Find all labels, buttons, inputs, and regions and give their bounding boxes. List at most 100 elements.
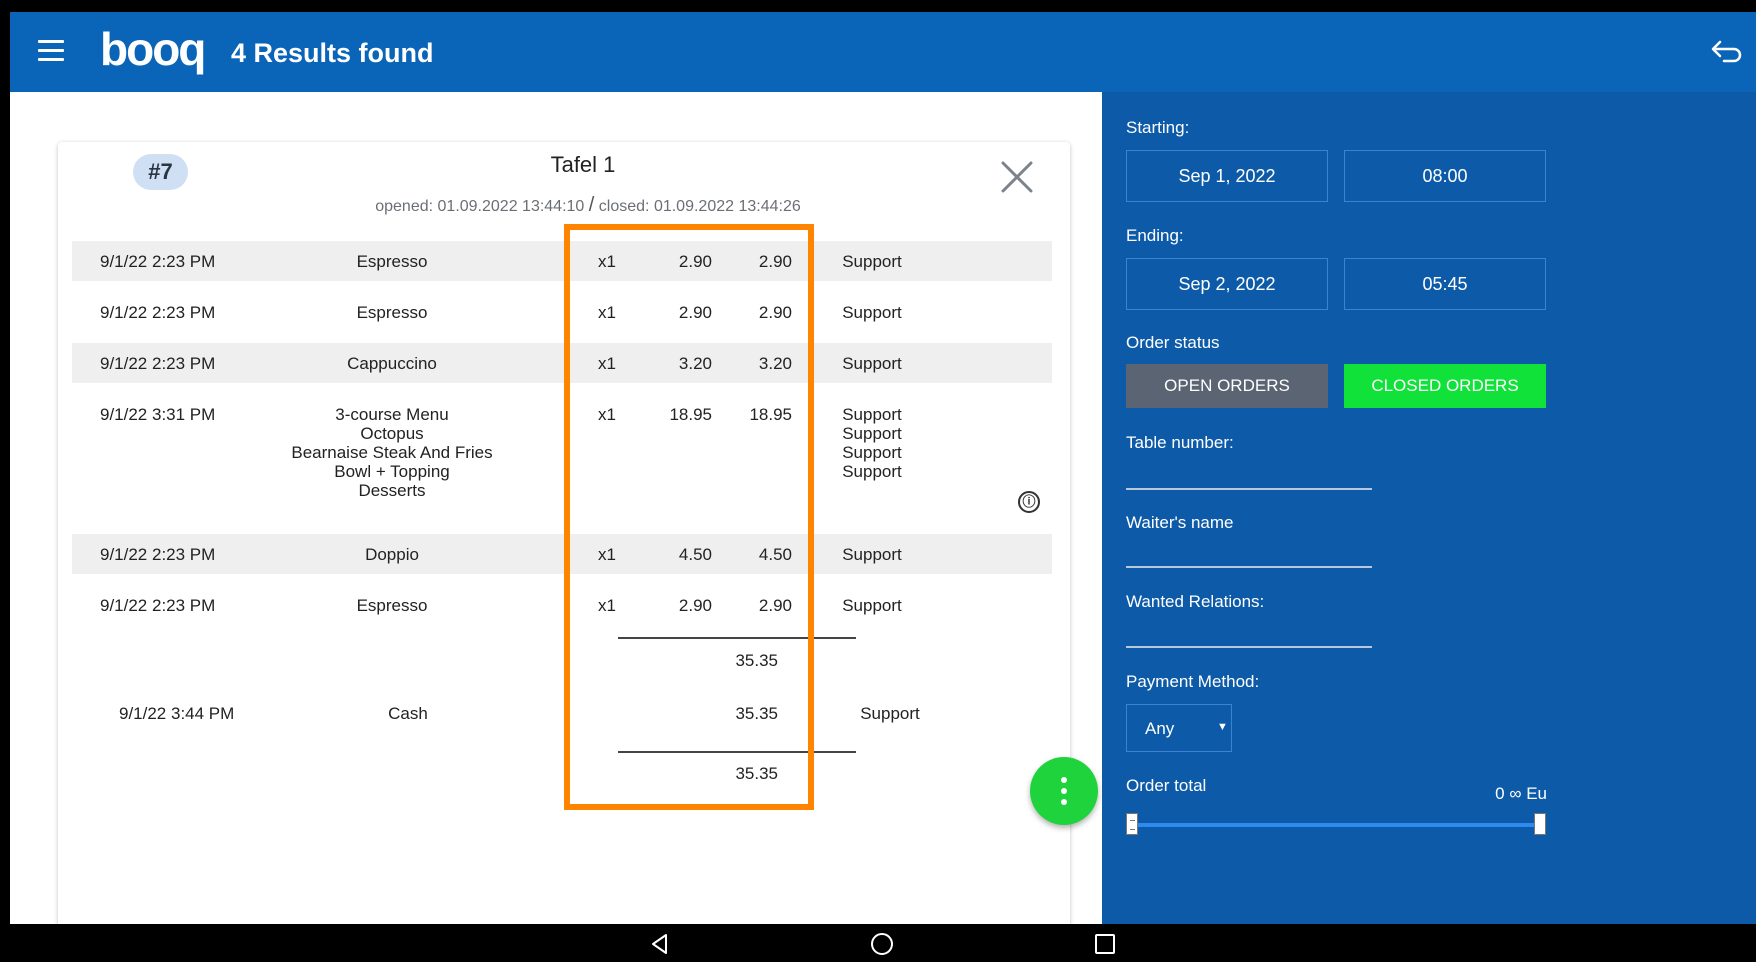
slider-min-handle[interactable] (1126, 813, 1138, 835)
separator: / (588, 194, 595, 216)
order-number-badge: #7 (133, 154, 188, 190)
info-icon[interactable]: ⓘ (1018, 491, 1040, 513)
line-item: Cappuccino (347, 354, 437, 373)
order-total-slider-track[interactable] (1134, 823, 1538, 827)
line-total: 18.95 (749, 405, 792, 424)
order-line-row-menu[interactable]: 9/1/22 3:31 PM 3-course Menu Octopus Bea… (72, 394, 1052, 529)
line-item: Doppio (365, 545, 419, 564)
waiter-name: Support (842, 405, 902, 424)
app-screen: booq 4 Results found #7 Tafel 1 opened: … (10, 12, 1756, 924)
start-date-field[interactable]: Sep 1, 2022 (1126, 150, 1328, 202)
waiter-name: Support (842, 424, 902, 443)
line-time: 9/1/22 2:23 PM (100, 354, 216, 373)
slider-max-handle[interactable] (1534, 813, 1546, 835)
line-waiter: Support (842, 596, 902, 615)
line-total: 2.90 (758, 596, 792, 615)
nav-home-icon[interactable] (870, 932, 894, 956)
line-time: 9/1/22 2:23 PM (100, 252, 216, 271)
payment-method-value: Any (1145, 719, 1175, 738)
payment-amount: 35.35 (735, 704, 778, 723)
order-total-label: Order total (1126, 776, 1207, 795)
menu-item: Bowl + Topping (334, 462, 450, 481)
line-waiter: Support (842, 354, 902, 373)
filter-panel: Starting: Sep 1, 2022 08:00 Ending: Sep … (1102, 92, 1756, 924)
starting-label: Starting: (1126, 118, 1190, 137)
ending-label: Ending: (1126, 226, 1184, 245)
line-item-menu: 3-course Menu Octopus Bearnaise Steak An… (282, 405, 502, 500)
line-qty: x1 (598, 252, 616, 271)
line-price: 2.90 (678, 303, 712, 322)
waiter-name-underline (1126, 566, 1372, 568)
payment-time: 9/1/22 3:44 PM (119, 704, 235, 723)
app-bar: booq 4 Results found (10, 12, 1756, 92)
menu-item: 3-course Menu (335, 405, 449, 424)
line-qty: x1 (598, 354, 616, 373)
end-time-field[interactable]: 05:45 (1344, 258, 1546, 310)
payment-waiter: Support (860, 704, 920, 723)
waiter-name: Support (842, 443, 902, 462)
line-item: Espresso (356, 303, 428, 322)
line-price: 2.90 (678, 596, 712, 615)
line-item: Espresso (356, 596, 428, 615)
line-waiter: Support (842, 252, 902, 271)
waiter-name-label: Waiter's name (1126, 513, 1234, 532)
start-time-field[interactable]: 08:00 (1344, 150, 1546, 202)
line-price: 3.20 (678, 354, 712, 373)
subtotal-value: 35.35 (735, 651, 778, 670)
line-qty: x1 (598, 545, 616, 564)
line-time: 9/1/22 2:23 PM (100, 545, 216, 564)
table-number-input[interactable] (1126, 452, 1372, 486)
waiter-name-input[interactable] (1126, 532, 1372, 566)
wanted-relations-input[interactable] (1126, 612, 1372, 646)
android-nav-bar (0, 924, 1756, 962)
line-time: 9/1/22 2:23 PM (100, 303, 216, 322)
grand-total-divider (618, 751, 856, 753)
line-time: 9/1/22 3:31 PM (100, 405, 216, 424)
line-total: 2.90 (758, 252, 792, 271)
line-price: 2.90 (678, 252, 712, 271)
table-number-underline (1126, 488, 1372, 490)
subtotal-divider (618, 637, 856, 639)
line-time: 9/1/22 2:23 PM (100, 596, 216, 615)
table-number-label: Table number: (1126, 433, 1234, 452)
line-waiter: Support (842, 303, 902, 322)
open-orders-button[interactable]: OPEN ORDERS (1126, 364, 1328, 408)
line-qty: x1 (598, 303, 616, 322)
order-status-label: Order status (1126, 333, 1220, 352)
order-line-row[interactable]: 9/1/22 2:23 PM Espresso x1 2.90 2.90 Sup… (72, 241, 1052, 281)
menu-item: Desserts (358, 481, 426, 500)
closed-time: closed: 01.09.2022 13:44:26 (598, 198, 801, 215)
back-arrow-icon[interactable] (1710, 36, 1744, 66)
wanted-relations-underline (1126, 646, 1372, 648)
opened-time: opened: 01.09.2022 13:44:10 (375, 198, 585, 215)
order-line-row[interactable]: 9/1/22 2:23 PM Espresso x1 2.90 2.90 Sup… (72, 585, 1052, 625)
end-date-field[interactable]: Sep 2, 2022 (1126, 258, 1328, 310)
dot-icon (1061, 788, 1067, 794)
table-name: Tafel 1 (550, 152, 616, 177)
line-price: 4.50 (678, 545, 712, 564)
hamburger-menu-icon[interactable] (38, 40, 64, 62)
payment-method: Cash (388, 704, 428, 723)
line-price: 18.95 (669, 405, 712, 424)
booq-logo: booq (100, 23, 206, 75)
payment-method-label: Payment Method: (1126, 672, 1260, 691)
line-item: Espresso (356, 252, 428, 271)
line-total: 3.20 (758, 354, 792, 373)
nav-recents-icon[interactable] (1093, 932, 1117, 956)
menu-item: Octopus (360, 424, 424, 443)
order-line-row[interactable]: 9/1/22 2:23 PM Doppio x1 4.50 4.50 Suppo… (72, 534, 1052, 574)
closed-orders-button[interactable]: CLOSED ORDERS (1344, 364, 1546, 408)
nav-back-icon[interactable] (648, 932, 672, 956)
status-strip (0, 0, 1756, 12)
close-icon[interactable] (998, 158, 1036, 196)
payment-method-select[interactable]: Any ▼ (1126, 704, 1232, 752)
waiter-name: Support (842, 462, 902, 481)
line-total: 2.90 (758, 303, 792, 322)
dot-icon (1061, 777, 1067, 783)
order-line-row[interactable]: 9/1/22 2:23 PM Cappuccino x1 3.20 3.20 S… (72, 343, 1052, 383)
more-options-fab[interactable] (1030, 757, 1098, 825)
order-line-row[interactable]: 9/1/22 2:23 PM Espresso x1 2.90 2.90 Sup… (72, 292, 1052, 332)
line-waiter: Support (842, 545, 902, 564)
wanted-relations-label: Wanted Relations: (1126, 592, 1265, 611)
order-detail-card: #7 Tafel 1 opened: 01.09.2022 13:44:10 /… (58, 142, 1070, 924)
